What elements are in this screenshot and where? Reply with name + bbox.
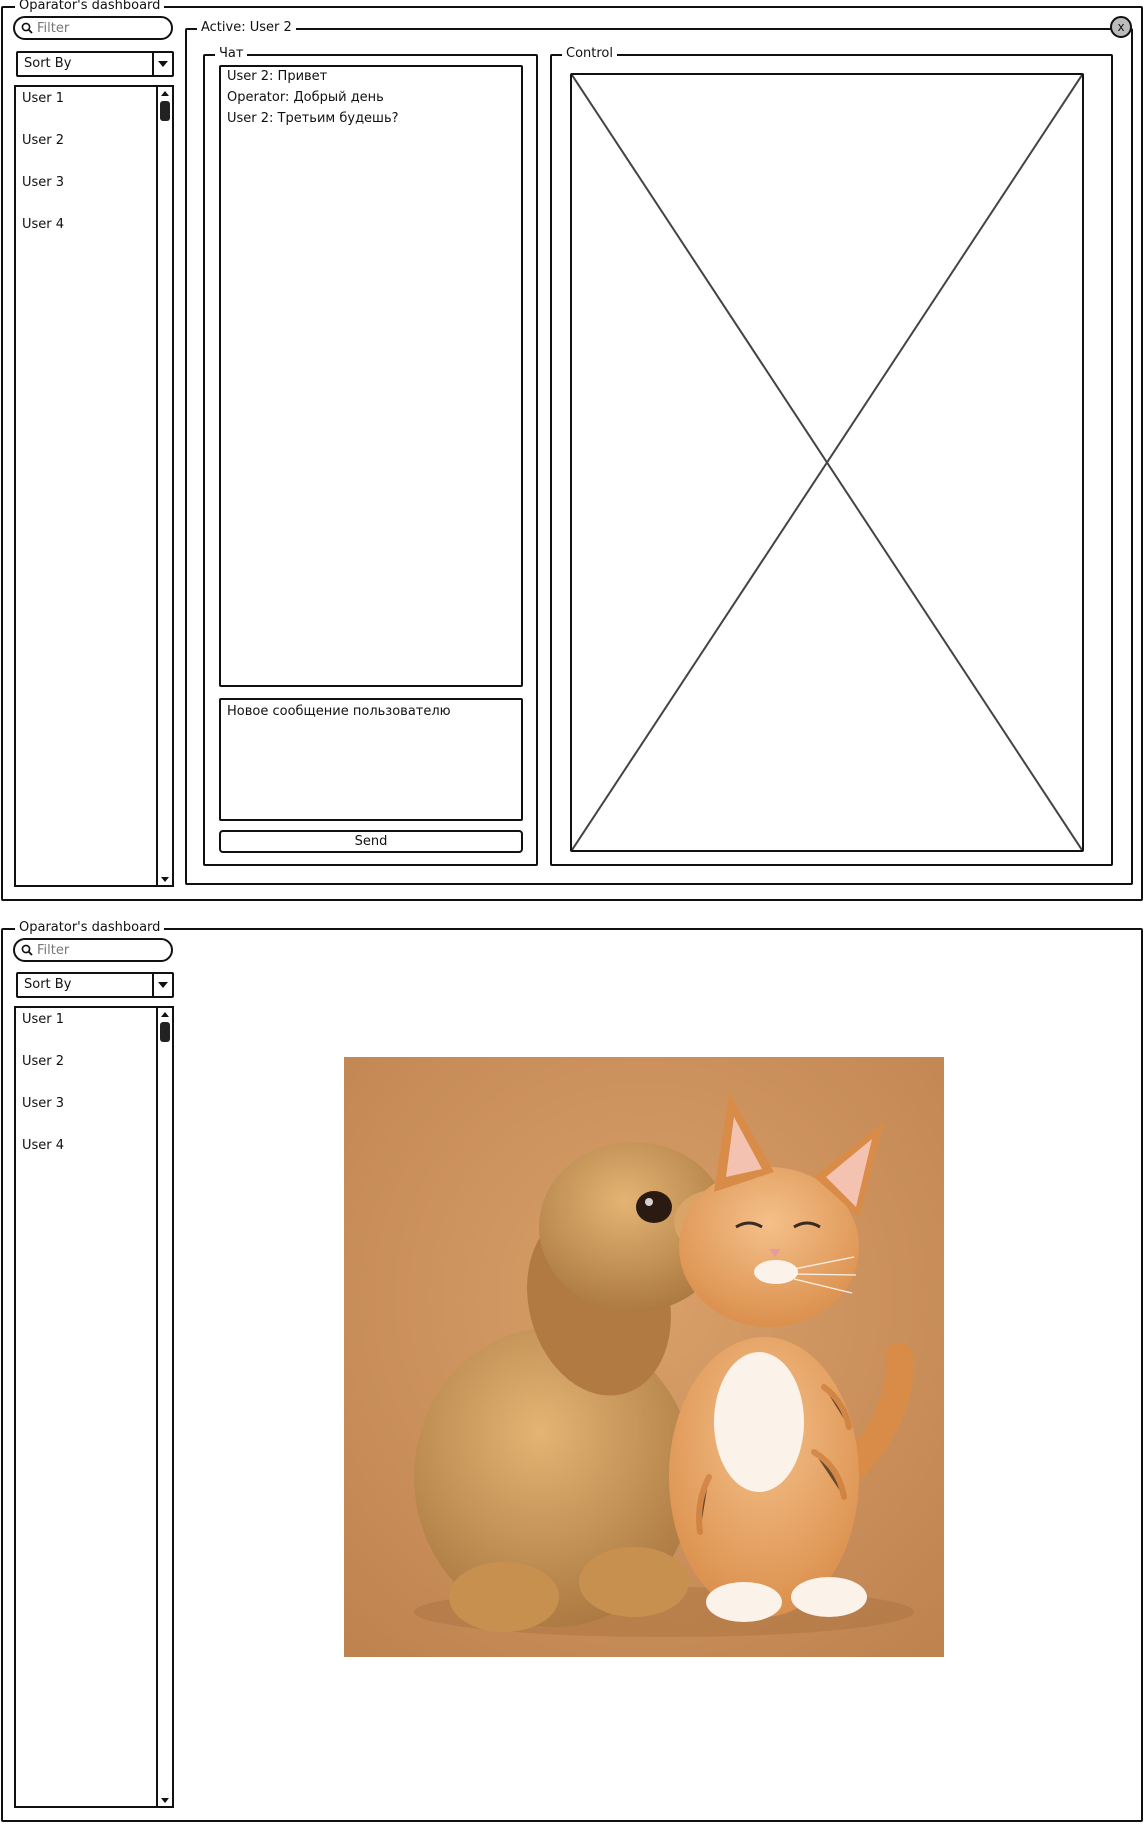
user-list-item[interactable]: User 4	[22, 217, 64, 232]
chevron-down-icon[interactable]	[152, 53, 172, 75]
arrow-up-icon[interactable]	[158, 1008, 172, 1020]
user-list-item[interactable]: User 4	[22, 1138, 64, 1153]
search-icon	[21, 944, 33, 956]
chat-message: Operator: Добрый день	[227, 90, 384, 105]
filter-search-field[interactable]	[13, 938, 173, 962]
user-list-item[interactable]: User 3	[22, 175, 64, 190]
image-placeholder-icon	[570, 73, 1084, 852]
chat-log: User 2: Привет Operator: Добрый день Use…	[219, 65, 523, 687]
close-icon[interactable]: x	[1110, 16, 1132, 38]
sort-by-value: Sort By	[24, 56, 72, 71]
dashboard-title: Oparator's dashboard	[15, 920, 165, 936]
message-input-placeholder: Новое сообщение пользователю	[227, 704, 451, 719]
user-list-item[interactable]: User 2	[22, 133, 64, 148]
filter-search-field[interactable]	[13, 16, 173, 40]
send-button-label: Send	[354, 834, 388, 849]
scrollbar-thumb[interactable]	[160, 101, 170, 121]
arrow-up-icon[interactable]	[158, 87, 172, 99]
user-list-scrollbar[interactable]	[156, 1008, 172, 1806]
filter-input[interactable]	[33, 20, 161, 36]
user-list[interactable]: User 1 User 2 User 3 User 4	[14, 85, 174, 887]
user-list-item[interactable]: User 1	[22, 1012, 64, 1027]
message-input[interactable]: Новое сообщение пользователю	[219, 698, 523, 821]
arrow-down-icon[interactable]	[158, 873, 172, 885]
search-icon	[21, 22, 33, 34]
send-button[interactable]: Send	[219, 830, 523, 853]
dashboard-title: Oparator's dashboard	[15, 0, 165, 14]
active-user-label: Active: User 2	[197, 20, 296, 36]
user-list-scrollbar[interactable]	[156, 87, 172, 885]
filter-input[interactable]	[33, 942, 161, 958]
scrollbar-thumb[interactable]	[160, 1022, 170, 1042]
user-list-item[interactable]: User 2	[22, 1054, 64, 1069]
control-legend: Control	[562, 46, 617, 62]
sort-by-select[interactable]: Sort By	[16, 972, 174, 998]
arrow-down-icon[interactable]	[158, 1794, 172, 1806]
chat-message: User 2: Третьим будешь?	[227, 111, 399, 126]
sort-by-select[interactable]: Sort By	[16, 51, 174, 77]
sort-by-value: Sort By	[24, 977, 72, 992]
user-list-item[interactable]: User 3	[22, 1096, 64, 1111]
chat-message: User 2: Привет	[227, 69, 328, 84]
user-list[interactable]: User 1 User 2 User 3 User 4	[14, 1006, 174, 1808]
pet-photo	[344, 1057, 944, 1657]
chat-legend: Чат	[215, 46, 248, 62]
user-list-item[interactable]: User 1	[22, 91, 64, 106]
chevron-down-icon[interactable]	[152, 974, 172, 996]
close-label: x	[1117, 20, 1125, 34]
